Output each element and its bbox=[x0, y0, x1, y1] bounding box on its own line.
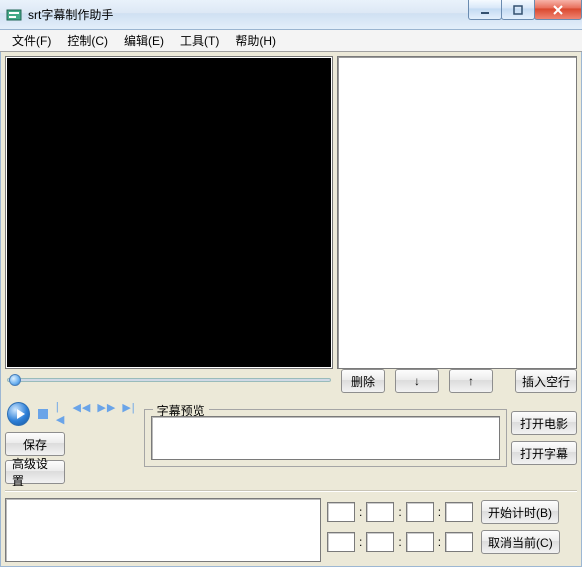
seek-track bbox=[7, 378, 331, 382]
end-time-row: : : : 取消当前(C) bbox=[327, 530, 577, 554]
prev-track-icon[interactable]: |◀ bbox=[56, 401, 67, 426]
colon-icon: : bbox=[359, 535, 362, 549]
subtitle-listbox[interactable] bbox=[337, 56, 577, 369]
delete-button[interactable]: 删除 bbox=[341, 369, 385, 393]
start-s[interactable] bbox=[406, 502, 434, 522]
maximize-button[interactable] bbox=[501, 0, 535, 20]
playback-controls: |◀ ◀◀ ▶▶ ▶| bbox=[3, 399, 140, 428]
menu-tool[interactable]: 工具(T) bbox=[172, 30, 227, 51]
insert-blank-button[interactable]: 插入空行 bbox=[515, 369, 577, 393]
start-timer-button[interactable]: 开始计时(B) bbox=[481, 500, 559, 524]
cancel-current-button[interactable]: 取消当前(C) bbox=[481, 530, 560, 554]
stop-button[interactable] bbox=[38, 409, 48, 419]
menu-file[interactable]: 文件(F) bbox=[4, 30, 59, 51]
start-m[interactable] bbox=[366, 502, 394, 522]
preview-groupbox: 字幕预览 bbox=[144, 409, 507, 467]
adv-settings-button[interactable]: 高级设置 bbox=[5, 460, 65, 484]
preview-text bbox=[151, 416, 500, 460]
open-subtitle-button[interactable]: 打开字幕 bbox=[511, 441, 577, 465]
colon-icon: : bbox=[398, 535, 401, 549]
end-m[interactable] bbox=[366, 532, 394, 552]
client-area: 删除 ↓ ↑ 插入空行 |◀ ◀◀ ▶▶ ▶| 保存 高级设置 bbox=[0, 52, 582, 567]
start-time-row: : : : 开始计时(B) bbox=[327, 500, 577, 524]
colon-icon: : bbox=[398, 505, 401, 519]
video-panel[interactable] bbox=[5, 56, 333, 369]
end-s[interactable] bbox=[406, 532, 434, 552]
rewind-icon[interactable]: ◀◀ bbox=[72, 401, 91, 426]
menu-control[interactable]: 控制(C) bbox=[59, 30, 116, 51]
colon-icon: : bbox=[438, 505, 441, 519]
colon-icon: : bbox=[359, 505, 362, 519]
end-ms[interactable] bbox=[445, 532, 473, 552]
start-h[interactable] bbox=[327, 502, 355, 522]
end-h[interactable] bbox=[327, 532, 355, 552]
menubar: 文件(F) 控制(C) 编辑(E) 工具(T) 帮助(H) bbox=[0, 30, 582, 52]
close-button[interactable] bbox=[534, 0, 582, 20]
subtitle-textarea[interactable] bbox=[5, 498, 321, 562]
save-button[interactable]: 保存 bbox=[5, 432, 65, 456]
colon-icon: : bbox=[438, 535, 441, 549]
move-down-button[interactable]: ↓ bbox=[395, 369, 439, 393]
separator bbox=[5, 490, 577, 492]
next-track-icon[interactable]: ▶| bbox=[122, 401, 135, 426]
app-icon bbox=[6, 7, 22, 23]
window-titlebar: srt字幕制作助手 bbox=[0, 0, 582, 30]
menu-edit[interactable]: 编辑(E) bbox=[116, 30, 172, 51]
seek-slider[interactable] bbox=[5, 373, 333, 387]
window-title: srt字幕制作助手 bbox=[28, 6, 113, 23]
play-button[interactable] bbox=[7, 402, 30, 426]
minimize-button[interactable] bbox=[468, 0, 502, 20]
menu-help[interactable]: 帮助(H) bbox=[227, 30, 284, 51]
seek-thumb[interactable] bbox=[9, 374, 21, 386]
open-movie-button[interactable]: 打开电影 bbox=[511, 411, 577, 435]
start-ms[interactable] bbox=[445, 502, 473, 522]
move-up-button[interactable]: ↑ bbox=[449, 369, 493, 393]
forward-icon[interactable]: ▶▶ bbox=[97, 401, 116, 426]
